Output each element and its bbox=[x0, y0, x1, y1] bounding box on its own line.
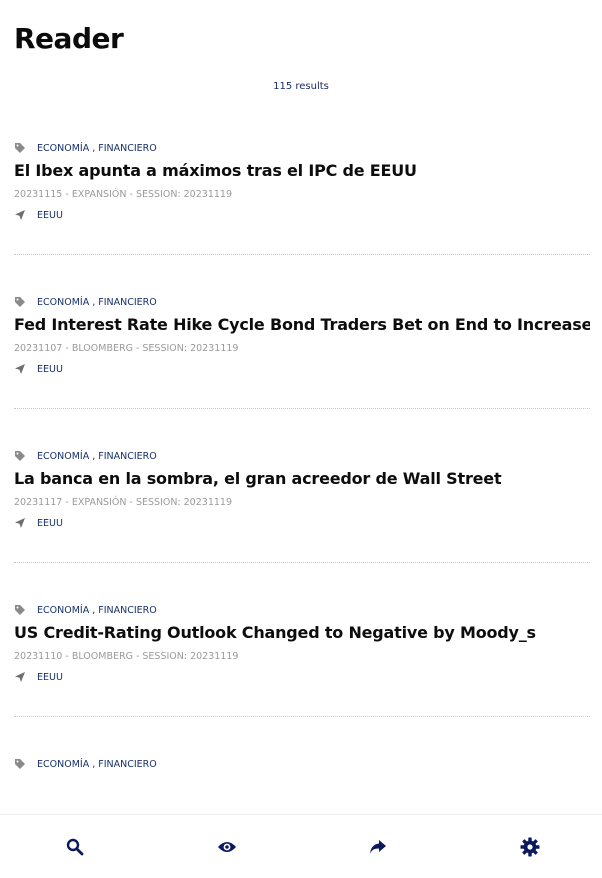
article-meta: 20231115 - EXPANSIÓN - SESSION: 20231119 bbox=[14, 189, 232, 200]
view-button[interactable] bbox=[215, 835, 239, 859]
eye-icon bbox=[218, 842, 236, 852]
article-tags-text[interactable]: ECONOMÍA , FINANCIERO bbox=[37, 605, 157, 616]
location-arrow-icon bbox=[15, 364, 25, 374]
tag-icon bbox=[15, 297, 25, 307]
bottom-navigation bbox=[0, 814, 602, 878]
location-arrow-icon bbox=[15, 672, 25, 682]
article-divider bbox=[14, 254, 590, 255]
article-title[interactable]: US Credit-Rating Outlook Changed to Nega… bbox=[14, 623, 590, 642]
article-item[interactable]: ECONOMÍA , FINANCIERO El Ibex apunta a m… bbox=[14, 140, 590, 294]
article-location: EEUU bbox=[14, 209, 63, 221]
article-location: EEUU bbox=[14, 363, 63, 375]
share-button[interactable] bbox=[366, 835, 390, 859]
article-tags: ECONOMÍA , FINANCIERO bbox=[14, 296, 157, 308]
article-tags: ECONOMÍA , FINANCIERO bbox=[14, 604, 157, 616]
tag-icon bbox=[15, 759, 25, 769]
search-icon bbox=[66, 838, 84, 856]
article-divider bbox=[14, 562, 590, 563]
article-location: EEUU bbox=[14, 517, 63, 529]
article-tags-text[interactable]: ECONOMÍA , FINANCIERO bbox=[37, 759, 157, 770]
article-divider bbox=[14, 408, 590, 409]
article-title[interactable]: El Ibex apunta a máximos tras el IPC de … bbox=[14, 161, 590, 180]
article-tags: ECONOMÍA , FINANCIERO bbox=[14, 450, 157, 462]
article-item[interactable]: ECONOMÍA , FINANCIERO La banca en la som… bbox=[14, 448, 590, 602]
location-arrow-icon bbox=[15, 210, 25, 220]
article-tags-text[interactable]: ECONOMÍA , FINANCIERO bbox=[37, 297, 157, 308]
gear-icon bbox=[520, 837, 540, 857]
article-tags-text[interactable]: ECONOMÍA , FINANCIERO bbox=[37, 451, 157, 462]
location-arrow-icon bbox=[15, 518, 25, 528]
tag-icon bbox=[15, 143, 25, 153]
article-location-text[interactable]: EEUU bbox=[37, 210, 63, 221]
article-meta: 20231117 - EXPANSIÓN - SESSION: 20231119 bbox=[14, 497, 232, 508]
article-location-text[interactable]: EEUU bbox=[37, 518, 63, 529]
page-title: Reader bbox=[14, 22, 124, 55]
article-tags: ECONOMÍA , FINANCIERO bbox=[14, 142, 157, 154]
tag-icon bbox=[15, 605, 25, 615]
article-divider bbox=[14, 716, 590, 717]
article-title[interactable]: Fed Interest Rate Hike Cycle Bond Trader… bbox=[14, 315, 590, 334]
article-meta: 20231107 - BLOOMBERG - SESSION: 20231119 bbox=[14, 343, 239, 354]
article-item[interactable]: ECONOMÍA , FINANCIERO Fed Interest Rate … bbox=[14, 294, 590, 448]
share-icon bbox=[370, 840, 386, 854]
article-item[interactable]: ECONOMÍA , FINANCIERO bbox=[14, 756, 590, 812]
article-tags-text[interactable]: ECONOMÍA , FINANCIERO bbox=[37, 143, 157, 154]
article-tags: ECONOMÍA , FINANCIERO bbox=[14, 758, 157, 770]
settings-button[interactable] bbox=[518, 835, 542, 859]
article-item[interactable]: ECONOMÍA , FINANCIERO US Credit-Rating O… bbox=[14, 602, 590, 756]
article-location: EEUU bbox=[14, 671, 63, 683]
article-meta: 20231110 - BLOOMBERG - SESSION: 20231119 bbox=[14, 651, 239, 662]
results-count: 115 results bbox=[273, 81, 329, 92]
tag-icon bbox=[15, 451, 25, 461]
article-location-text[interactable]: EEUU bbox=[37, 364, 63, 375]
article-location-text[interactable]: EEUU bbox=[37, 672, 63, 683]
article-title[interactable]: La banca en la sombra, el gran acreedor … bbox=[14, 469, 590, 488]
search-button[interactable] bbox=[63, 835, 87, 859]
article-list: ECONOMÍA , FINANCIERO El Ibex apunta a m… bbox=[14, 140, 590, 812]
